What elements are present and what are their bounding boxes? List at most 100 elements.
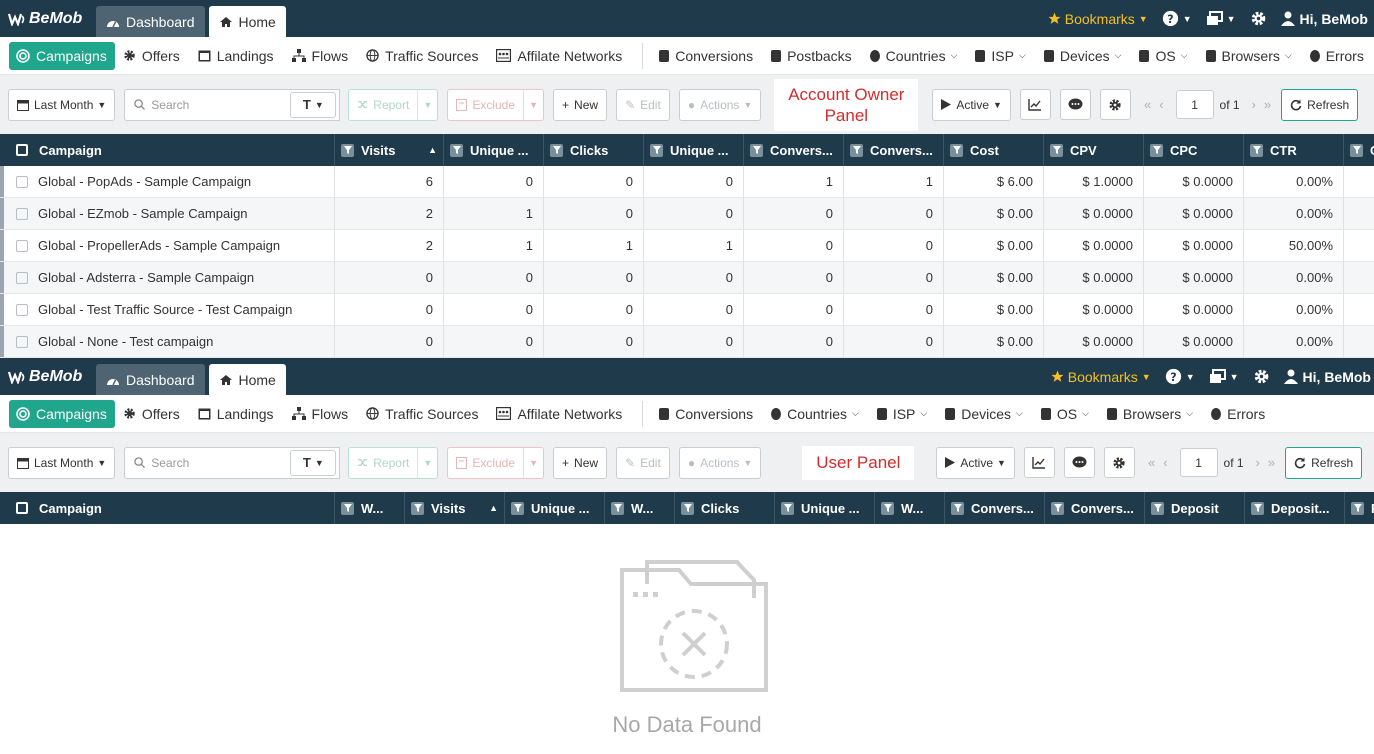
actions-button[interactable]: ● Actions ▼ <box>678 446 762 479</box>
column-header[interactable]: CPV <box>1044 134 1144 166</box>
table-row[interactable]: Global - EZmob - Sample Campaign 2 1 0 0 0 0 $ … <box>0 197 1374 230</box>
new-button[interactable]: + New <box>553 446 608 479</box>
column-header[interactable]: CTR <box>1244 134 1344 166</box>
filter-icon[interactable] <box>950 143 963 157</box>
filter-icon[interactable] <box>1351 501 1364 515</box>
filter-icon[interactable] <box>951 501 964 515</box>
row-checkbox[interactable] <box>16 335 28 348</box>
bookmarks-menu[interactable]: Bookmarks ▼ <box>1051 369 1151 385</box>
actions-button[interactable]: ● Actions ▼ <box>678 88 762 121</box>
nav-browsers[interactable]: Browsers ⌵ <box>1099 400 1203 428</box>
settings-button[interactable] <box>1253 368 1270 385</box>
filter-icon[interactable] <box>511 501 524 515</box>
row-checkbox[interactable] <box>16 303 28 316</box>
tab-dashboard[interactable]: Dashboard <box>96 364 205 395</box>
column-header[interactable]: W... <box>875 492 945 524</box>
filter-icon[interactable] <box>450 143 463 157</box>
filter-icon[interactable] <box>881 501 894 515</box>
report-button[interactable]: Report ▼ <box>348 446 439 479</box>
exclude-dropdown[interactable]: ▼ <box>523 89 543 120</box>
first-page-icon[interactable]: « <box>1148 455 1155 470</box>
filter-icon[interactable] <box>681 501 694 515</box>
column-header[interactable]: Unique ... <box>444 134 544 166</box>
nav-isp[interactable]: ISP ⌵ <box>967 42 1035 70</box>
help-menu[interactable]: ? ▼ <box>1165 368 1195 385</box>
column-header[interactable]: Cost <box>944 134 1044 166</box>
bookmarks-menu[interactable]: Bookmarks ▼ <box>1048 11 1148 27</box>
bemob-logo[interactable]: BeMob <box>0 368 96 386</box>
refresh-button[interactable]: Refresh <box>1281 88 1359 121</box>
row-checkbox[interactable] <box>16 271 28 284</box>
table-row[interactable]: Global - PropellerAds - Sample Campaign 2… <box>0 229 1374 262</box>
column-header[interactable]: Unique ... <box>644 134 744 166</box>
comment-button[interactable] <box>1063 447 1095 478</box>
windows-menu[interactable]: ▼ <box>1209 369 1239 384</box>
nav-countries[interactable]: Countries ⌵ <box>862 42 968 70</box>
page-input[interactable]: 1 <box>1179 448 1218 477</box>
column-header[interactable]: Clicks <box>544 134 644 166</box>
column-header[interactable]: Visits ▲ <box>335 134 444 166</box>
nav-errors[interactable]: Errors <box>1302 42 1374 70</box>
table-settings-button[interactable] <box>1103 447 1135 478</box>
filter-icon[interactable] <box>1051 501 1064 515</box>
column-header[interactable]: Unique ... <box>505 492 605 524</box>
report-dropdown[interactable]: ▼ <box>417 447 437 478</box>
edit-button[interactable]: ✎ Edit <box>616 88 670 121</box>
filter-icon[interactable] <box>550 143 563 157</box>
filter-icon[interactable] <box>1151 501 1164 515</box>
select-all-checkbox[interactable] <box>16 144 28 156</box>
column-header[interactable]: C <box>1344 134 1374 166</box>
filter-icon[interactable] <box>1050 143 1063 157</box>
column-header[interactable]: W... <box>335 492 405 524</box>
next-page-icon[interactable]: › <box>1252 97 1256 112</box>
new-button[interactable]: + New <box>553 88 608 121</box>
filter-icon[interactable] <box>1150 143 1163 157</box>
nav-landings[interactable]: Landings <box>190 400 284 428</box>
tab-home[interactable]: Home <box>208 364 286 395</box>
filter-icon[interactable] <box>1350 143 1363 157</box>
nav-conversions[interactable]: Conversions <box>651 400 763 428</box>
column-header[interactable]: Convers... <box>744 134 844 166</box>
nav-devices[interactable]: Devices ⌵ <box>937 400 1033 428</box>
page-input[interactable]: 1 <box>1175 90 1214 119</box>
bemob-logo[interactable]: BeMob <box>0 10 96 28</box>
windows-menu[interactable]: ▼ <box>1206 11 1236 26</box>
nav-errors[interactable]: Errors <box>1203 400 1275 428</box>
table-settings-button[interactable] <box>1099 89 1131 120</box>
column-campaign[interactable]: Campaign <box>0 134 335 166</box>
nav-affiliate-networks[interactable]: Affilate Networks <box>488 400 632 428</box>
edit-button[interactable]: ✎ Edit <box>616 446 670 479</box>
next-page-icon[interactable]: › <box>1256 455 1260 470</box>
column-campaign[interactable]: Campaign <box>0 492 335 524</box>
row-checkbox[interactable] <box>16 175 28 188</box>
user-menu[interactable]: Hi, BeMob <box>1280 11 1368 27</box>
filter-icon[interactable] <box>1250 143 1263 157</box>
search-type-select[interactable]: T ▼ <box>290 91 337 118</box>
prev-page-icon[interactable]: ‹ <box>1163 455 1167 470</box>
column-header[interactable]: R <box>1345 492 1374 524</box>
nav-devices[interactable]: Devices ⌵ <box>1036 42 1132 70</box>
row-checkbox[interactable] <box>16 239 28 252</box>
column-header[interactable]: Convers... <box>1045 492 1145 524</box>
nav-browsers[interactable]: Browsers ⌵ <box>1198 42 1302 70</box>
status-select[interactable]: Active ▼ <box>936 446 1015 479</box>
filter-icon[interactable] <box>1251 501 1264 515</box>
filter-icon[interactable] <box>411 501 424 515</box>
chart-button[interactable] <box>1019 89 1051 120</box>
row-checkbox[interactable] <box>16 207 28 220</box>
filter-icon[interactable] <box>781 501 794 515</box>
user-menu[interactable]: Hi, BeMob <box>1283 369 1371 385</box>
period-select[interactable]: Last Month ▼ <box>8 88 116 121</box>
column-header[interactable]: Convers... <box>844 134 944 166</box>
column-header[interactable]: Deposit <box>1145 492 1245 524</box>
column-header[interactable]: Unique ... <box>775 492 875 524</box>
tab-dashboard[interactable]: Dashboard <box>96 6 205 37</box>
nav-campaigns[interactable]: Campaigns <box>9 399 115 428</box>
nav-traffic-sources[interactable]: Traffic Sources <box>358 400 488 428</box>
exclude-button[interactable]: Exclude ▼ <box>447 88 545 121</box>
tab-home[interactable]: Home <box>208 6 286 37</box>
first-page-icon[interactable]: « <box>1144 97 1151 112</box>
period-select[interactable]: Last Month ▼ <box>8 446 116 479</box>
nav-traffic-sources[interactable]: Traffic Sources <box>358 42 488 70</box>
nav-campaigns[interactable]: Campaigns <box>9 41 115 70</box>
